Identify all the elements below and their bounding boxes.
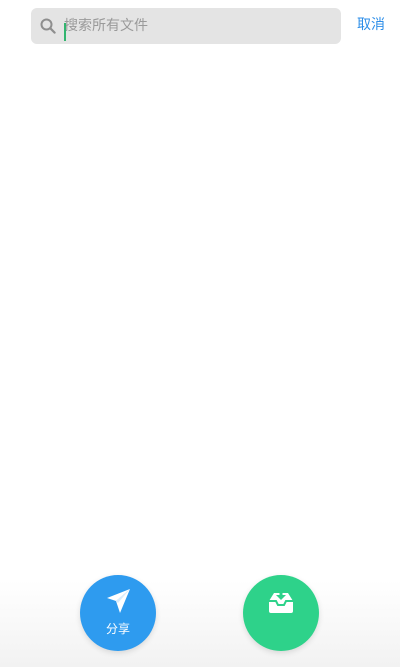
text-cursor bbox=[64, 23, 66, 41]
share-label: 分享 bbox=[105, 622, 130, 636]
search-bar[interactable] bbox=[31, 8, 341, 44]
share-button[interactable]: 分享 bbox=[80, 575, 156, 651]
bottom-action-bar-background bbox=[0, 580, 400, 667]
receive-button[interactable] bbox=[243, 575, 319, 651]
paper-plane-icon bbox=[104, 587, 132, 619]
search-icon bbox=[40, 18, 56, 34]
inbox-download-icon bbox=[266, 587, 296, 619]
cancel-button[interactable]: 取消 bbox=[357, 14, 385, 34]
search-input[interactable] bbox=[64, 12, 334, 40]
